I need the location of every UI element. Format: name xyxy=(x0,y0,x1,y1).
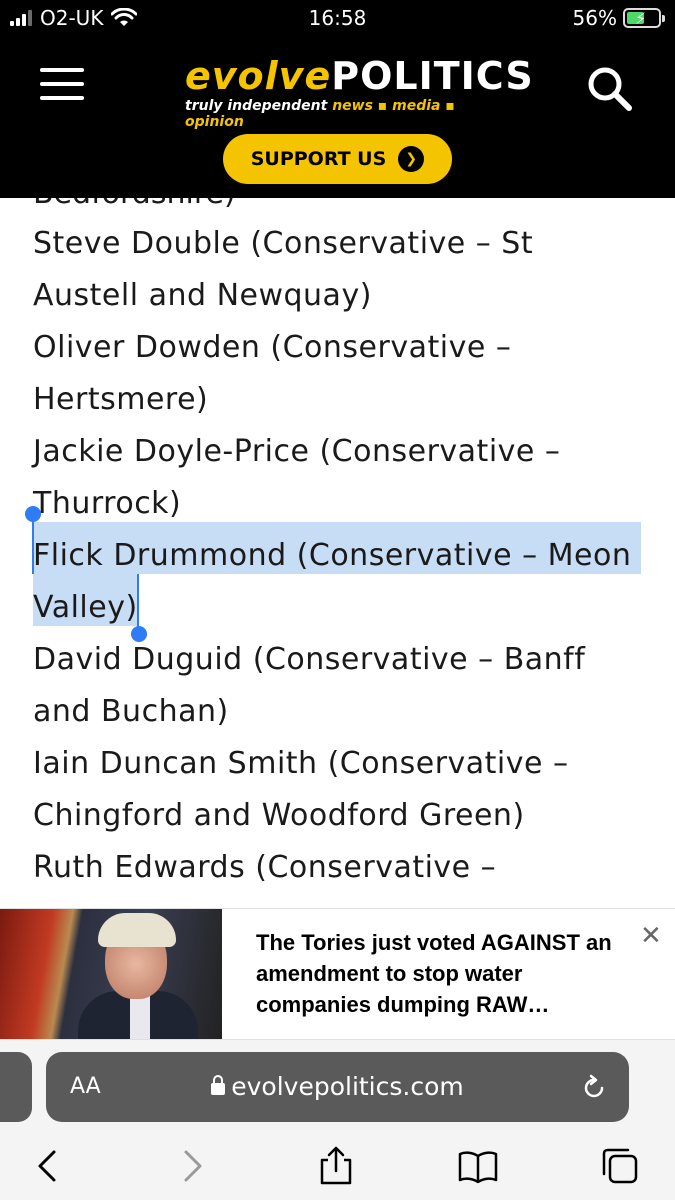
charging-icon: ⚡ xyxy=(635,9,647,28)
site-header: evolvePOLITICS truly independent news ▪ … xyxy=(0,36,675,198)
search-icon[interactable] xyxy=(585,64,633,112)
article-content: Bedfordshire) Steve Double (Conservative… xyxy=(0,198,675,910)
mp-list-line: Valley) xyxy=(33,590,138,625)
mp-list-line: David Duguid (Conservative – Banff xyxy=(33,642,586,677)
site-logo[interactable]: evolvePOLITICS truly independent news ▪ … xyxy=(185,54,533,130)
close-icon[interactable]: ✕ xyxy=(640,923,662,949)
mp-list-line: and Buchan) xyxy=(33,694,229,729)
logo-evolve: evolve xyxy=(185,54,332,98)
mp-list-line: Hertsmere) xyxy=(33,382,209,417)
selection-start-handle[interactable] xyxy=(25,506,41,522)
mp-list-line: Thurrock) xyxy=(33,486,182,521)
support-us-label: SUPPORT US xyxy=(250,148,387,170)
mp-list-line: Flick Drummond (Conservative – Meon xyxy=(33,538,632,573)
menu-icon[interactable] xyxy=(40,68,84,100)
url-text: evolvepolitics.com xyxy=(231,1072,464,1101)
logo-politics: POLITICS xyxy=(331,54,534,98)
status-right: 56% ⚡ xyxy=(572,6,665,30)
battery-icon: ⚡ xyxy=(623,8,665,28)
browser-chrome: AA evolvepolitics.com xyxy=(0,1040,675,1200)
mp-list-line: Jackie Doyle-Price (Conservative – xyxy=(33,434,561,469)
back-icon[interactable] xyxy=(28,1146,68,1186)
reload-icon[interactable] xyxy=(580,1074,608,1102)
arrow-right-icon: ❯ xyxy=(398,146,425,172)
mp-list-line: Oliver Dowden (Conservative – xyxy=(33,330,512,365)
bookmarks-icon[interactable] xyxy=(458,1146,498,1186)
address-bar[interactable]: AA evolvepolitics.com xyxy=(46,1052,629,1122)
ad-thumbnail[interactable] xyxy=(0,909,222,1039)
tabs-icon[interactable] xyxy=(600,1146,640,1186)
ad-banner[interactable]: The Tories just voted AGAINST an amendme… xyxy=(0,908,675,1040)
url-field[interactable]: evolvepolitics.com xyxy=(46,1072,629,1101)
ad-headline[interactable]: The Tories just voted AGAINST an amendme… xyxy=(256,927,636,1020)
mp-list-line: Chingford and Woodford Green) xyxy=(33,798,525,833)
status-bar: O2-UK 16:58 56% ⚡ xyxy=(0,0,675,36)
forward-icon[interactable] xyxy=(172,1146,212,1186)
mp-list-line: Austell and Newquay) xyxy=(33,278,372,313)
selection-end-handle[interactable] xyxy=(131,626,147,642)
battery-percent: 56% xyxy=(572,6,617,30)
mp-list-line: Steve Double (Conservative – St xyxy=(33,226,534,261)
mp-list-line: Ruth Edwards (Conservative – xyxy=(33,850,497,885)
previous-tab[interactable] xyxy=(0,1052,32,1122)
logo-tagline-left: truly independent xyxy=(185,98,328,114)
browser-toolbar xyxy=(0,1140,675,1190)
mp-list-line: Iain Duncan Smith (Conservative – xyxy=(33,746,569,781)
cut-off-line: Bedfordshire) xyxy=(33,198,236,220)
share-icon[interactable] xyxy=(316,1146,356,1186)
support-us-button[interactable]: SUPPORT US ❯ xyxy=(223,134,452,184)
lock-icon xyxy=(211,1075,226,1095)
